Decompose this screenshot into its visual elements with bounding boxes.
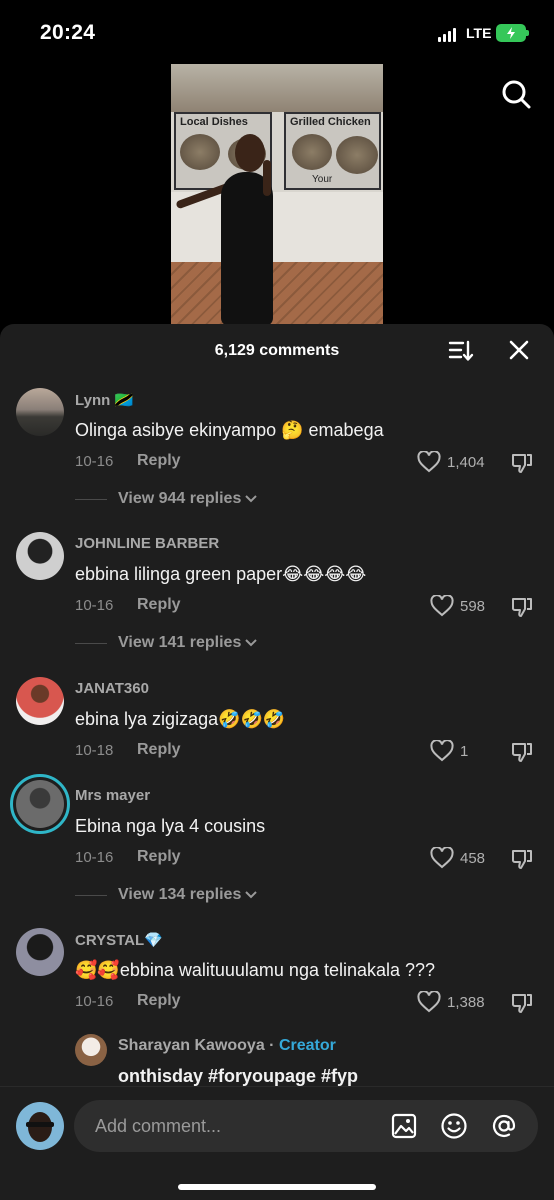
chevron-down-icon (245, 891, 258, 899)
image-icon[interactable] (390, 1112, 418, 1140)
like-count: 598 (460, 597, 486, 615)
comment-username[interactable]: Lynn 🇹🇿 (75, 391, 133, 409)
creator-reply: Sharayan Kawooya · Creator onthisday #fo… (0, 1034, 554, 1094)
comment-item: Lynn 🇹🇿 Olinga asibye ekinyampo 🤔 emabeg… (0, 388, 554, 518)
dislike-icon[interactable] (510, 991, 534, 1015)
creator-username[interactable]: Sharayan Kawooya (118, 1037, 265, 1054)
comment-text: 🥰🥰ebbina walituuulamu nga telinakala ??? (75, 960, 436, 980)
status-time: 20:24 (40, 21, 96, 44)
comment-text: ebbina lilinga green paper😂😂😂😂 (75, 564, 367, 584)
reply-button[interactable]: Reply (137, 452, 181, 470)
comment-username[interactable]: Mrs mayer (75, 787, 150, 804)
like-count: 1 (460, 742, 469, 760)
like-button[interactable]: 458 (430, 847, 485, 869)
add-comment-input[interactable]: Add comment... (74, 1100, 538, 1152)
like-count: 1,388 (447, 993, 485, 1011)
comments-header: 6,129 comments (0, 324, 554, 376)
reply-button[interactable]: Reply (137, 992, 181, 1010)
comment-item: JANAT360 ebina lya zigizaga🤣🤣🤣 10-18 Rep… (0, 677, 554, 767)
dislike-icon[interactable] (510, 595, 534, 619)
avatar[interactable] (10, 774, 70, 834)
battery-charging-icon (496, 24, 529, 42)
comment-username[interactable]: CRYSTAL💎 (75, 931, 163, 949)
view-replies-label: View 944 replies (118, 490, 242, 507)
comment-placeholder: Add comment... (95, 1116, 222, 1136)
comment-item: CRYSTAL💎 🥰🥰ebbina walituuulamu nga telin… (0, 928, 554, 1028)
comment-date: 10-16 (75, 597, 114, 614)
network-label: LTE (466, 25, 492, 41)
status-bar: 20:24 LTE (0, 0, 554, 60)
comment-input-bar: Add comment... (0, 1086, 554, 1200)
comment-text: Ebina nga lya 4 cousins (75, 816, 266, 836)
comment-date: 10-18 (75, 742, 114, 759)
comment-date: 10-16 (75, 453, 114, 470)
avatar[interactable] (16, 928, 64, 976)
comment-username[interactable]: JANAT360 (75, 680, 149, 697)
signal-icon (438, 28, 458, 42)
creator-username-line: Sharayan Kawooya · Creator (118, 1037, 336, 1055)
dislike-icon[interactable] (510, 740, 534, 764)
chevron-down-icon (245, 639, 258, 647)
view-replies-button[interactable]: View 141 replies (75, 634, 258, 652)
view-replies-label: View 141 replies (118, 634, 242, 651)
comments-sheet: 6,129 comments Lynn 🇹🇿 Olinga asibye eki… (0, 324, 554, 1200)
sign-sub-text: Your (312, 174, 333, 185)
like-button[interactable]: 1 (430, 740, 468, 762)
my-avatar (16, 1102, 64, 1150)
view-replies-button[interactable]: View 134 replies (75, 886, 258, 904)
sign-left-text: Local Dishes (180, 116, 248, 128)
dislike-icon[interactable] (510, 451, 534, 475)
like-button[interactable]: 1,388 (417, 991, 485, 1013)
avatar[interactable] (16, 532, 64, 580)
heart-icon (417, 451, 441, 473)
emoji-icon[interactable] (440, 1112, 468, 1140)
creator-reply-text: onthisday #foryoupage #fyp (118, 1066, 359, 1086)
avatar[interactable] (16, 388, 64, 436)
search-icon[interactable] (500, 78, 532, 110)
view-replies-button[interactable]: View 944 replies (75, 490, 258, 508)
dislike-icon[interactable] (510, 847, 534, 871)
comment-username[interactable]: JOHNLINE BARBER (75, 535, 219, 552)
heart-icon (430, 595, 454, 617)
like-count: 458 (460, 849, 486, 867)
comment-item: JOHNLINE BARBER ebbina lilinga green pap… (0, 532, 554, 662)
heart-icon (430, 847, 454, 869)
reply-button[interactable]: Reply (137, 596, 181, 614)
sort-icon[interactable] (448, 338, 474, 364)
comment-item: Mrs mayer Ebina nga lya 4 cousins 10-16 … (0, 774, 554, 914)
heart-icon (417, 991, 441, 1013)
separator: · (264, 1037, 279, 1054)
home-indicator (178, 1184, 376, 1190)
close-icon[interactable] (508, 339, 530, 361)
avatar[interactable] (16, 677, 64, 725)
comment-text: Olinga asibye ekinyampo 🤔 emabega (75, 420, 384, 440)
like-button[interactable]: 1,404 (417, 451, 485, 473)
comment-date: 10-16 (75, 993, 114, 1010)
comment-date: 10-16 (75, 849, 114, 866)
reply-button[interactable]: Reply (137, 848, 181, 866)
creator-avatar[interactable] (75, 1034, 107, 1066)
reply-button[interactable]: Reply (137, 741, 181, 759)
view-replies-label: View 134 replies (118, 886, 242, 903)
chevron-down-icon (245, 495, 258, 503)
creator-badge: Creator (278, 1037, 336, 1054)
like-button[interactable]: 598 (430, 595, 485, 617)
mention-icon[interactable] (490, 1112, 518, 1140)
sign-right-text: Grilled Chicken (290, 116, 371, 128)
comment-text: ebina lya zigizaga🤣🤣🤣 (75, 709, 286, 729)
video-preview[interactable]: Local Dishes Grilled Chicken Your (171, 64, 383, 326)
heart-icon (430, 740, 454, 762)
like-count: 1,404 (447, 453, 485, 471)
